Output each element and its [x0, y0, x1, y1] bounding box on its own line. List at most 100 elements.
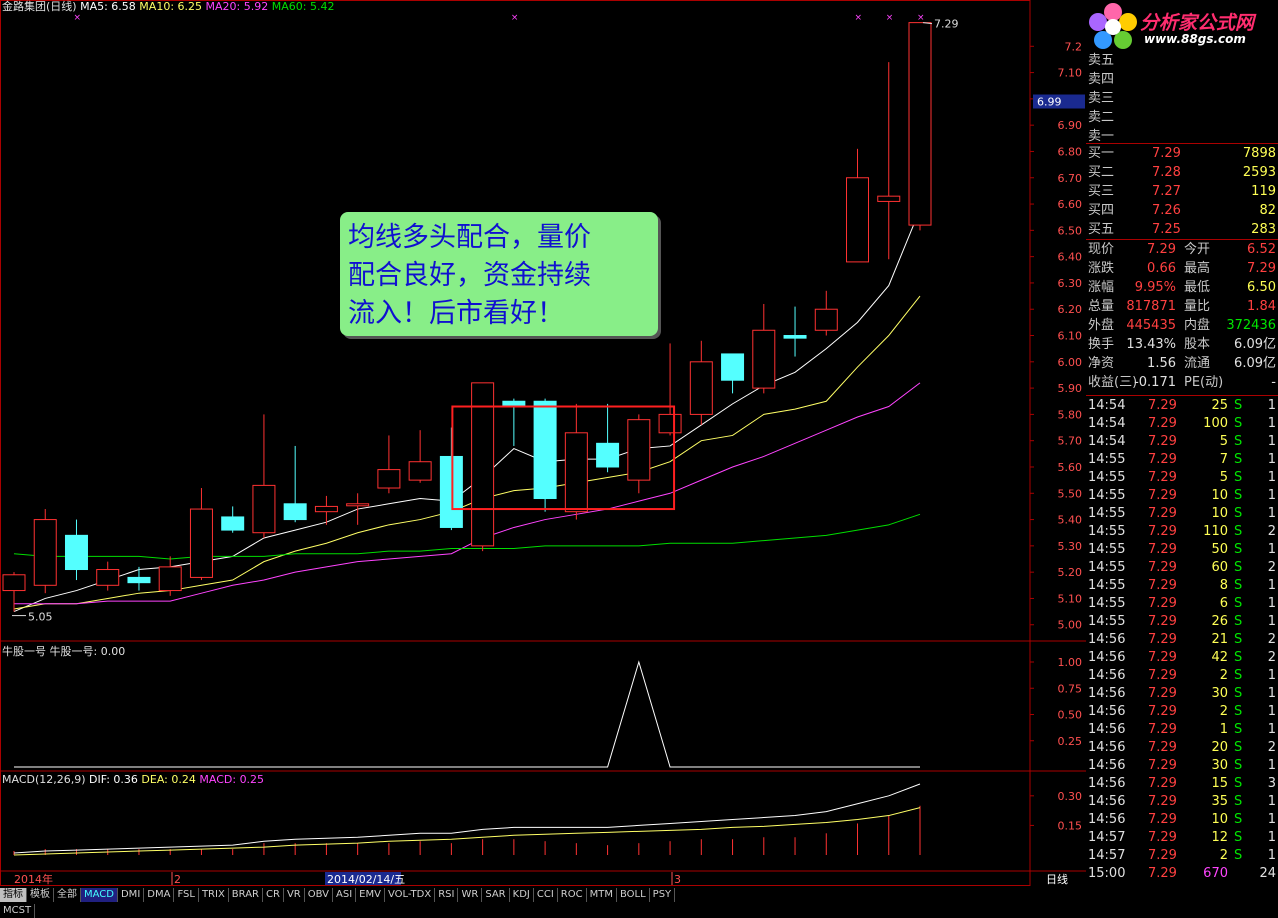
- ma-legend: MA5: 6.58 MA10: 6.25 MA20: 5.92 MA60: 5.…: [80, 0, 334, 13]
- date-axis-bg: [1, 872, 1029, 885]
- date-label: 2014年: [14, 872, 53, 886]
- dif-line: [13, 783, 921, 854]
- tab-voltdx[interactable]: VOL-TDX: [385, 888, 436, 902]
- tick-row: 14:54 7.29 100 S 1: [1086, 415, 1278, 433]
- tick-volume: 20: [1211, 740, 1228, 755]
- tick-row: 14:55 7.29 8 S 1: [1086, 577, 1278, 595]
- candle-body: [846, 177, 870, 263]
- tick-count: 1: [1267, 542, 1276, 557]
- tab-mtm[interactable]: MTM: [587, 888, 617, 902]
- y-tick-label: 6.60: [1058, 198, 1083, 211]
- tick-volume: 5: [1219, 434, 1228, 449]
- tick-price: 7.29: [1148, 470, 1177, 485]
- annotation-callout: 均线多头配合，量价 配合良好，资金持续 流入！后市看好！: [340, 212, 658, 336]
- tick-count: 1: [1267, 470, 1276, 485]
- event-marker: ×: [886, 13, 894, 23]
- y-tick-label: 5.80: [1058, 408, 1083, 421]
- tick-count: 24: [1259, 866, 1276, 881]
- tick-side: S: [1234, 578, 1243, 593]
- tick-volume: 12: [1211, 830, 1228, 845]
- tab-emv[interactable]: EMV: [356, 888, 385, 902]
- ma-legend-item-1: MA10: 6.25: [135, 0, 203, 13]
- flower-logo-icon: [1089, 3, 1137, 49]
- macd-legend-item-1: DEA: 0.24: [137, 773, 196, 786]
- candle-body: [33, 519, 57, 586]
- candle-body: [377, 469, 401, 489]
- buy-order-row: 买四 7.26 82: [1086, 202, 1278, 220]
- tick-time: 15:00: [1088, 866, 1126, 881]
- tab-kdj[interactable]: KDJ: [510, 888, 534, 902]
- quote-label: 外盘: [1088, 318, 1115, 333]
- tick-count: 1: [1267, 812, 1276, 827]
- candle-body: [658, 413, 682, 434]
- tab-boll[interactable]: BOLL: [617, 888, 650, 902]
- ma-legend-item-2: MA20: 5.92: [202, 0, 269, 13]
- candle-body: [283, 503, 307, 521]
- tab-roc[interactable]: ROC: [558, 888, 587, 902]
- order-volume: 7898: [1242, 146, 1276, 161]
- tick-time: 14:55: [1088, 578, 1126, 593]
- quote-row: 总量 817871 量比 1.84: [1086, 298, 1278, 316]
- tick-side: S: [1234, 506, 1243, 521]
- order-price: 7.26: [1152, 203, 1181, 218]
- quote-row: 涨幅 9.95% 最低 6.50: [1086, 279, 1278, 297]
- tab-dma[interactable]: DMA: [144, 888, 175, 902]
- sell-order-row: 卖四: [1086, 71, 1278, 89]
- tab-obv[interactable]: OBV: [305, 888, 333, 902]
- candle-body: [908, 22, 932, 226]
- tick-time: 14:55: [1088, 488, 1126, 503]
- tick-row: 14:56 7.29 1 S 1: [1086, 721, 1278, 739]
- tick-price: 7.29: [1148, 416, 1177, 431]
- candle-body: [689, 361, 713, 415]
- ind-y-tick-label: 1.00: [1058, 656, 1083, 669]
- quote-label: 现价: [1088, 242, 1115, 257]
- tick-row: 14:56 7.29 30 S 1: [1086, 757, 1278, 775]
- candle-body: [627, 419, 651, 481]
- candle-body: [564, 432, 588, 513]
- tab-rsi[interactable]: RSI: [435, 888, 459, 902]
- tab-psy[interactable]: PSY: [650, 888, 676, 902]
- tab-cr[interactable]: CR: [263, 888, 284, 902]
- y-tick-label: 7.10: [1058, 67, 1083, 80]
- tick-price: 7.29: [1148, 650, 1177, 665]
- tab-cci[interactable]: CCI: [534, 888, 558, 902]
- quote-row: 外盘 445435 内盘 372436: [1086, 317, 1278, 335]
- tab-trix[interactable]: TRIX: [199, 888, 229, 902]
- tick-row: 14:55 7.29 7 S 1: [1086, 451, 1278, 469]
- site-logo: 分析家公式网 www.88gs.com: [1086, 0, 1278, 52]
- tab-dmi[interactable]: DMI: [118, 888, 145, 902]
- quote-value: 7.29: [1147, 242, 1176, 257]
- order-label: 买一: [1088, 146, 1115, 161]
- ma-legend-item-0: MA5: 6.58: [80, 0, 136, 13]
- macd-legend-item-2: MACD: 0.25: [195, 773, 265, 786]
- quote-label: 流通: [1184, 356, 1211, 371]
- y-tick-label: 6.90: [1058, 119, 1083, 132]
- tab-vr[interactable]: VR: [284, 888, 305, 902]
- tab-brar[interactable]: BRAR: [229, 888, 263, 902]
- tab--2[interactable]: 全部: [54, 888, 81, 902]
- tab-sar[interactable]: SAR: [482, 888, 510, 902]
- y-tick-label: 6.10: [1058, 330, 1083, 343]
- tab--0[interactable]: 指标: [0, 888, 27, 902]
- tick-time: 14:57: [1088, 830, 1126, 845]
- tab-fsl[interactable]: FSL: [174, 888, 199, 902]
- tab-asi[interactable]: ASI: [333, 888, 357, 902]
- tick-time: 14:55: [1088, 470, 1126, 485]
- logo-url: www.88gs.com: [1144, 32, 1246, 46]
- tick-volume: 15: [1211, 776, 1228, 791]
- quote-label: 量比: [1184, 299, 1211, 314]
- tick-count: 1: [1267, 830, 1276, 845]
- tick-volume: 10: [1211, 488, 1228, 503]
- tick-side: S: [1234, 632, 1243, 647]
- tick-volume: 50: [1211, 542, 1228, 557]
- kline-chart[interactable]: 7.295.05××××× 7.27.107.006.906.806.706.6…: [0, 0, 1086, 901]
- tick-count: 1: [1267, 578, 1276, 593]
- tick-count: 2: [1267, 632, 1276, 647]
- tick-price: 7.29: [1148, 704, 1177, 719]
- tab--1[interactable]: 模板: [27, 888, 54, 902]
- separator: [1086, 143, 1278, 144]
- y-tick-label: 6.30: [1058, 277, 1083, 290]
- tab-macd[interactable]: MACD: [81, 888, 118, 902]
- tab-mcst[interactable]: MCST: [0, 904, 36, 918]
- tab-wr[interactable]: WR: [458, 888, 483, 902]
